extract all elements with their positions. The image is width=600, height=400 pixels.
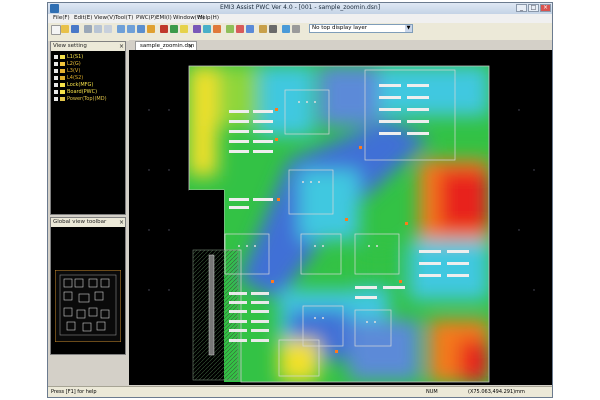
visibility-checkbox[interactable] xyxy=(54,75,58,80)
highlight-icon[interactable] xyxy=(180,25,188,33)
chevron-down-icon[interactable]: ▼ xyxy=(405,25,412,32)
close-icon[interactable]: × xyxy=(119,42,124,51)
layer-panel-title-text: View setting xyxy=(53,43,87,49)
zoom-fit-icon[interactable] xyxy=(137,25,145,33)
layer-label: Power(Top)(MD) xyxy=(67,96,107,102)
layer-item[interactable]: L3(V) xyxy=(54,68,80,74)
help-icon[interactable] xyxy=(282,25,290,33)
new-file-icon[interactable] xyxy=(51,25,61,35)
measure-icon[interactable] xyxy=(193,25,201,33)
layer-color-swatch xyxy=(60,61,65,66)
tab-label: sample_zoomin.dsn xyxy=(140,43,195,49)
visibility-checkbox[interactable] xyxy=(54,54,58,59)
connector-region xyxy=(192,249,239,381)
overview-panel-title: Global view toolbar × xyxy=(51,218,125,227)
display-layer-select[interactable]: No top display layer ▼ xyxy=(309,24,413,33)
stop-icon[interactable] xyxy=(160,25,168,33)
save-icon[interactable] xyxy=(71,25,79,33)
visibility-checkbox[interactable] xyxy=(54,68,58,73)
net-icon[interactable] xyxy=(226,25,234,33)
edge-connector xyxy=(208,254,215,356)
status-mode: NUM xyxy=(426,389,438,395)
cut-icon[interactable] xyxy=(94,25,102,33)
emi-check-icon[interactable] xyxy=(236,25,244,33)
menu-pwc[interactable]: PWC(P) xyxy=(136,15,156,21)
display-layer-value: No top display layer xyxy=(312,25,368,31)
visibility-checkbox[interactable] xyxy=(54,89,58,94)
close-icon[interactable]: × xyxy=(119,218,124,227)
report-icon[interactable] xyxy=(259,25,267,33)
grid-icon[interactable] xyxy=(203,25,211,33)
layer-color-swatch xyxy=(60,54,65,59)
layer-color-swatch xyxy=(60,89,65,94)
window-title: EMI3 Assist PWC Ver 4.0 - [001 - sample_… xyxy=(219,4,381,11)
pwc-analysis-icon[interactable] xyxy=(246,25,254,33)
run-icon[interactable] xyxy=(170,25,178,33)
menu-edit[interactable]: Edit(E) xyxy=(74,15,92,21)
layer-color-swatch xyxy=(60,96,65,101)
layer-item[interactable]: L1(S1) xyxy=(54,54,83,60)
layer-item[interactable]: L2(G) xyxy=(54,61,81,67)
visibility-checkbox[interactable] xyxy=(54,82,58,87)
layer-label: L2(G) xyxy=(67,61,81,67)
close-button[interactable]: × xyxy=(540,4,551,12)
layer-item[interactable]: Board(PWC) xyxy=(54,89,97,95)
status-coordinates: (X75.063,494.291)mm xyxy=(468,389,525,395)
menu-file[interactable]: File(F) xyxy=(53,15,70,21)
menu-view[interactable]: View(V) xyxy=(94,15,115,21)
board-overview-thumbnail[interactable] xyxy=(55,270,121,342)
layer-item[interactable]: Power(Top)(MD) xyxy=(54,96,107,102)
visibility-checkbox[interactable] xyxy=(54,61,58,66)
layer-label: L3(V) xyxy=(67,68,81,74)
status-bar: Press [F1] for help NUM (X75.063,494.291… xyxy=(48,386,552,397)
status-help-text: Press [F1] for help xyxy=(51,389,97,395)
visibility-checkbox[interactable] xyxy=(54,96,58,101)
copy-icon[interactable] xyxy=(104,25,112,33)
layer-color-swatch xyxy=(60,82,65,87)
pcb-heatmap-view[interactable] xyxy=(129,50,552,385)
minimize-button[interactable]: _ xyxy=(516,4,527,12)
menu-bar: File(F) Edit(E) View(V) Tool(T) PWC(P) E… xyxy=(48,14,552,23)
layer-panel: View setting × L1(S1) L2(G) L3(V) L4(S2) Loc… xyxy=(50,41,126,215)
maximize-button[interactable]: □ xyxy=(528,4,539,12)
pointer-icon[interactable] xyxy=(292,25,300,33)
overview-panel-title-text: Global view toolbar xyxy=(53,219,107,225)
overview-panel: Global view toolbar × xyxy=(50,217,126,355)
layer-item[interactable]: L4(S2) xyxy=(54,75,83,81)
app-window: EMI3 Assist PWC Ver 4.0 - [001 - sample_… xyxy=(47,2,553,398)
layer-panel-title: View setting × xyxy=(51,42,125,51)
zoom-in-icon[interactable] xyxy=(117,25,125,33)
document-tab-bar: sample_zoomin.dsn × xyxy=(129,40,552,50)
open-folder-icon[interactable] xyxy=(61,25,69,33)
layer-label: L1(S1) xyxy=(67,54,84,60)
refresh-icon[interactable] xyxy=(147,25,155,33)
pcb-canvas[interactable] xyxy=(129,50,552,385)
menu-emi[interactable]: EMI(I) xyxy=(156,15,172,21)
menu-help[interactable]: Help(H) xyxy=(198,15,219,21)
layer-item[interactable]: Lock(MFG) xyxy=(54,82,93,88)
tab-sample-zoomin[interactable]: sample_zoomin.dsn × xyxy=(135,41,197,50)
layer-color-swatch xyxy=(60,75,65,80)
layer-label: Board(PWC) xyxy=(67,89,98,95)
zoom-out-icon[interactable] xyxy=(127,25,135,33)
settings-icon[interactable] xyxy=(269,25,277,33)
title-bar[interactable]: EMI3 Assist PWC Ver 4.0 - [001 - sample_… xyxy=(48,3,552,14)
layer-label: Lock(MFG) xyxy=(67,82,94,88)
layer-color-swatch xyxy=(60,68,65,73)
layer-label: L4(S2) xyxy=(67,75,84,81)
menu-tool[interactable]: Tool(T) xyxy=(115,15,133,21)
layer-icon[interactable] xyxy=(213,25,221,33)
print-icon[interactable] xyxy=(84,25,92,33)
